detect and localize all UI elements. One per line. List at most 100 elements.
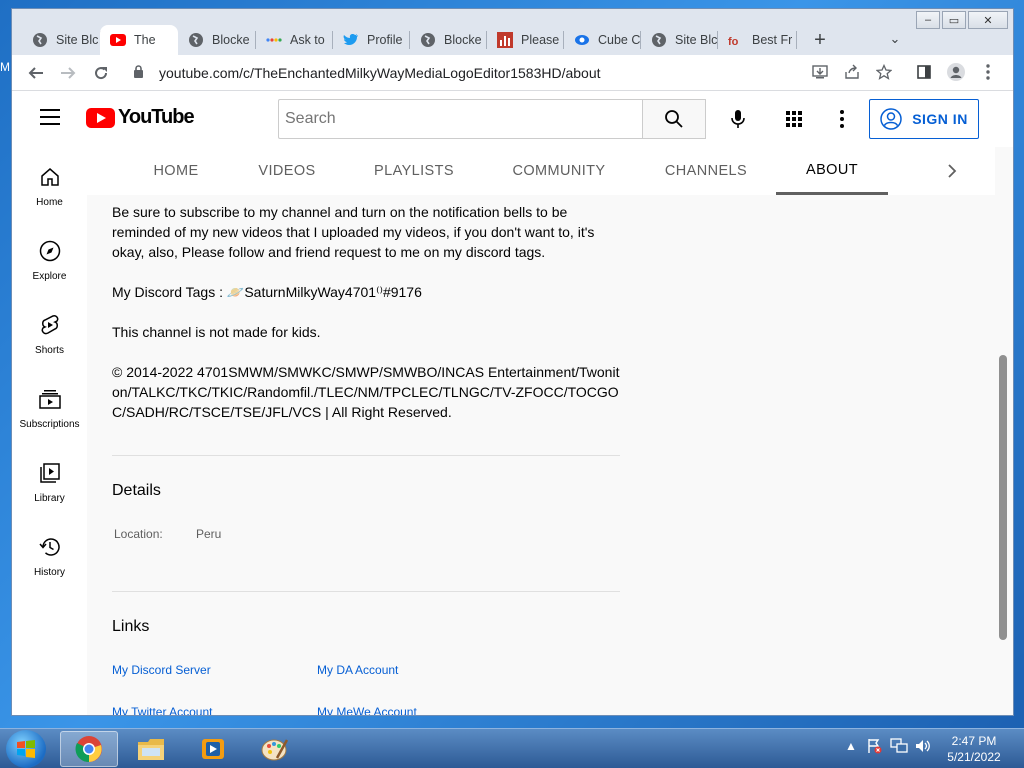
youtube-logo[interactable]: YouTube <box>86 106 195 129</box>
show-hidden-icons[interactable]: ▲ <box>845 739 857 753</box>
youtube-icon <box>110 32 126 48</box>
guide-item-subscriptions[interactable]: Subscriptions <box>12 387 87 430</box>
restore-button[interactable]: ▭ <box>942 11 966 29</box>
volume-icon[interactable] <box>914 738 932 757</box>
taskbar-media-player[interactable] <box>184 731 242 767</box>
browser-tab[interactable]: Cube C <box>564 25 640 55</box>
dots-icon <box>266 32 282 48</box>
page-scrollbar[interactable] <box>995 195 1013 715</box>
search-input[interactable] <box>279 100 643 138</box>
tab-playlists[interactable]: PLAYLISTS <box>355 147 473 195</box>
globe-icon <box>188 32 204 48</box>
sign-in-label: SIGN IN <box>912 111 968 127</box>
link-da-account[interactable]: My DA Account <box>317 663 398 677</box>
share-icon[interactable] <box>840 60 864 84</box>
new-tab-button[interactable]: + <box>807 27 833 53</box>
link-mewe-account[interactable]: My MeWe Account <box>317 705 417 715</box>
settings-menu-icon[interactable] <box>828 105 856 133</box>
address-bar[interactable]: youtube.com/c/TheEnchantedMilkyWayMediaL… <box>129 59 925 87</box>
browser-tab[interactable]: Blocke <box>178 25 254 55</box>
compass-icon <box>12 239 87 263</box>
reload-icon <box>95 67 108 80</box>
close-window-button[interactable]: ✕ <box>968 11 1008 29</box>
tab-about[interactable]: ABOUT <box>776 147 888 195</box>
side-panel-icon[interactable] <box>912 60 936 84</box>
search-box[interactable] <box>278 99 643 139</box>
guide-label: Explore <box>32 271 67 282</box>
reload-button[interactable] <box>88 60 114 86</box>
link-discord-server[interactable]: My Discord Server <box>112 663 211 677</box>
browser-tab[interactable]: Profile <box>333 25 409 55</box>
channel-tabs: HOME VIDEOS PLAYLISTS COMMUNITY CHANNELS… <box>87 147 995 195</box>
taskbar-paint[interactable] <box>246 731 304 767</box>
guide-item-explore[interactable]: Explore <box>12 239 87 282</box>
browser-toolbar: youtube.com/c/TheEnchantedMilkyWayMediaL… <box>12 55 1013 91</box>
guide-item-library[interactable]: Library <box>12 461 87 504</box>
bookmark-star-icon[interactable] <box>872 60 896 84</box>
sign-in-button[interactable]: SIGN IN <box>869 99 979 139</box>
section-divider <box>112 455 620 456</box>
tab-channels[interactable]: CHANNELS <box>644 147 768 195</box>
tab-label: Blocke <box>212 33 250 47</box>
link-twitter-account[interactable]: My Twitter Account <box>112 705 212 715</box>
copyright-text: © 2014-2022 4701SMWM/SMWKC/SMWP/SMWBO/IN… <box>112 364 620 420</box>
minimize-button[interactable]: – <box>916 11 940 29</box>
details-title: Details <box>112 482 161 499</box>
home-icon <box>12 165 87 189</box>
browser-tab[interactable]: Blocke <box>410 25 486 55</box>
guide-item-shorts[interactable]: Shorts <box>12 313 87 356</box>
chrome-icon <box>75 736 102 763</box>
explorer-icon <box>138 739 164 760</box>
taskbar: ▲ 2:47 PM 5/21/2022 <box>0 728 1024 768</box>
clock-time: 2:47 PM <box>951 734 997 748</box>
install-icon[interactable] <box>808 60 832 84</box>
globe-icon <box>32 32 48 48</box>
chevron-down-icon: ⌄ <box>889 31 901 46</box>
links-title: Links <box>112 618 150 635</box>
browser-tab[interactable]: Site Blc <box>641 25 717 55</box>
apps-grid-icon[interactable] <box>780 105 808 133</box>
tab-label: Profile <box>367 33 403 47</box>
tab-search-button[interactable]: ⌄ <box>884 28 906 50</box>
profile-avatar-icon[interactable] <box>944 60 968 84</box>
menu-icon[interactable] <box>40 109 60 130</box>
forward-arrow-icon <box>61 67 76 79</box>
tab-label: The <box>134 33 156 47</box>
guide-label: Shorts <box>35 345 64 356</box>
browser-tab[interactable]: Ask to <box>256 25 332 55</box>
search-button[interactable] <box>642 99 706 139</box>
browser-tab[interactable]: Site Blc <box>22 25 100 55</box>
action-center-icon[interactable] <box>866 738 882 757</box>
location-label: Location: <box>114 527 163 541</box>
guide-item-history[interactable]: History <box>12 535 87 578</box>
browser-menu-icon[interactable] <box>976 60 1000 84</box>
taskbar-explorer[interactable] <box>122 731 180 767</box>
tab-videos[interactable]: VIDEOS <box>241 147 333 195</box>
network-icon[interactable] <box>890 738 908 757</box>
back-button[interactable] <box>23 60 49 86</box>
tab-partial[interactable] <box>915 147 929 195</box>
minimize-icon: – <box>924 14 932 26</box>
browser-tab[interactable]: fo Best Fr <box>718 25 796 55</box>
location-value: Peru <box>196 527 222 541</box>
voice-search-button[interactable] <box>718 101 758 137</box>
url-text[interactable]: youtube.com/c/TheEnchantedMilkyWayMediaL… <box>159 65 601 81</box>
guide-label: Home <box>36 197 63 208</box>
browser-tab-active[interactable]: The <box>100 25 178 55</box>
tab-label: Blocke <box>444 33 482 47</box>
forward-button[interactable] <box>55 60 81 86</box>
history-icon <box>12 535 87 559</box>
browser-tab[interactable]: Please <box>487 25 563 55</box>
taskbar-clock[interactable]: 2:47 PM 5/21/2022 <box>938 733 1010 765</box>
tab-community[interactable]: COMMUNITY <box>494 147 624 195</box>
tab-home[interactable]: HOME <box>132 147 220 195</box>
tab-strip: – ▭ ✕ Site Blc The Blocke Ask to Profile <box>12 9 1013 55</box>
start-button[interactable] <box>6 730 46 768</box>
shorts-icon <box>12 313 87 337</box>
youtube-logo-icon <box>86 107 115 128</box>
scrollbar-thumb[interactable] <box>999 355 1007 640</box>
guide-item-home[interactable]: Home <box>12 165 87 208</box>
restore-icon: ▭ <box>948 14 960 27</box>
taskbar-chrome[interactable] <box>60 731 118 767</box>
tabs-next-button[interactable] <box>940 159 964 183</box>
